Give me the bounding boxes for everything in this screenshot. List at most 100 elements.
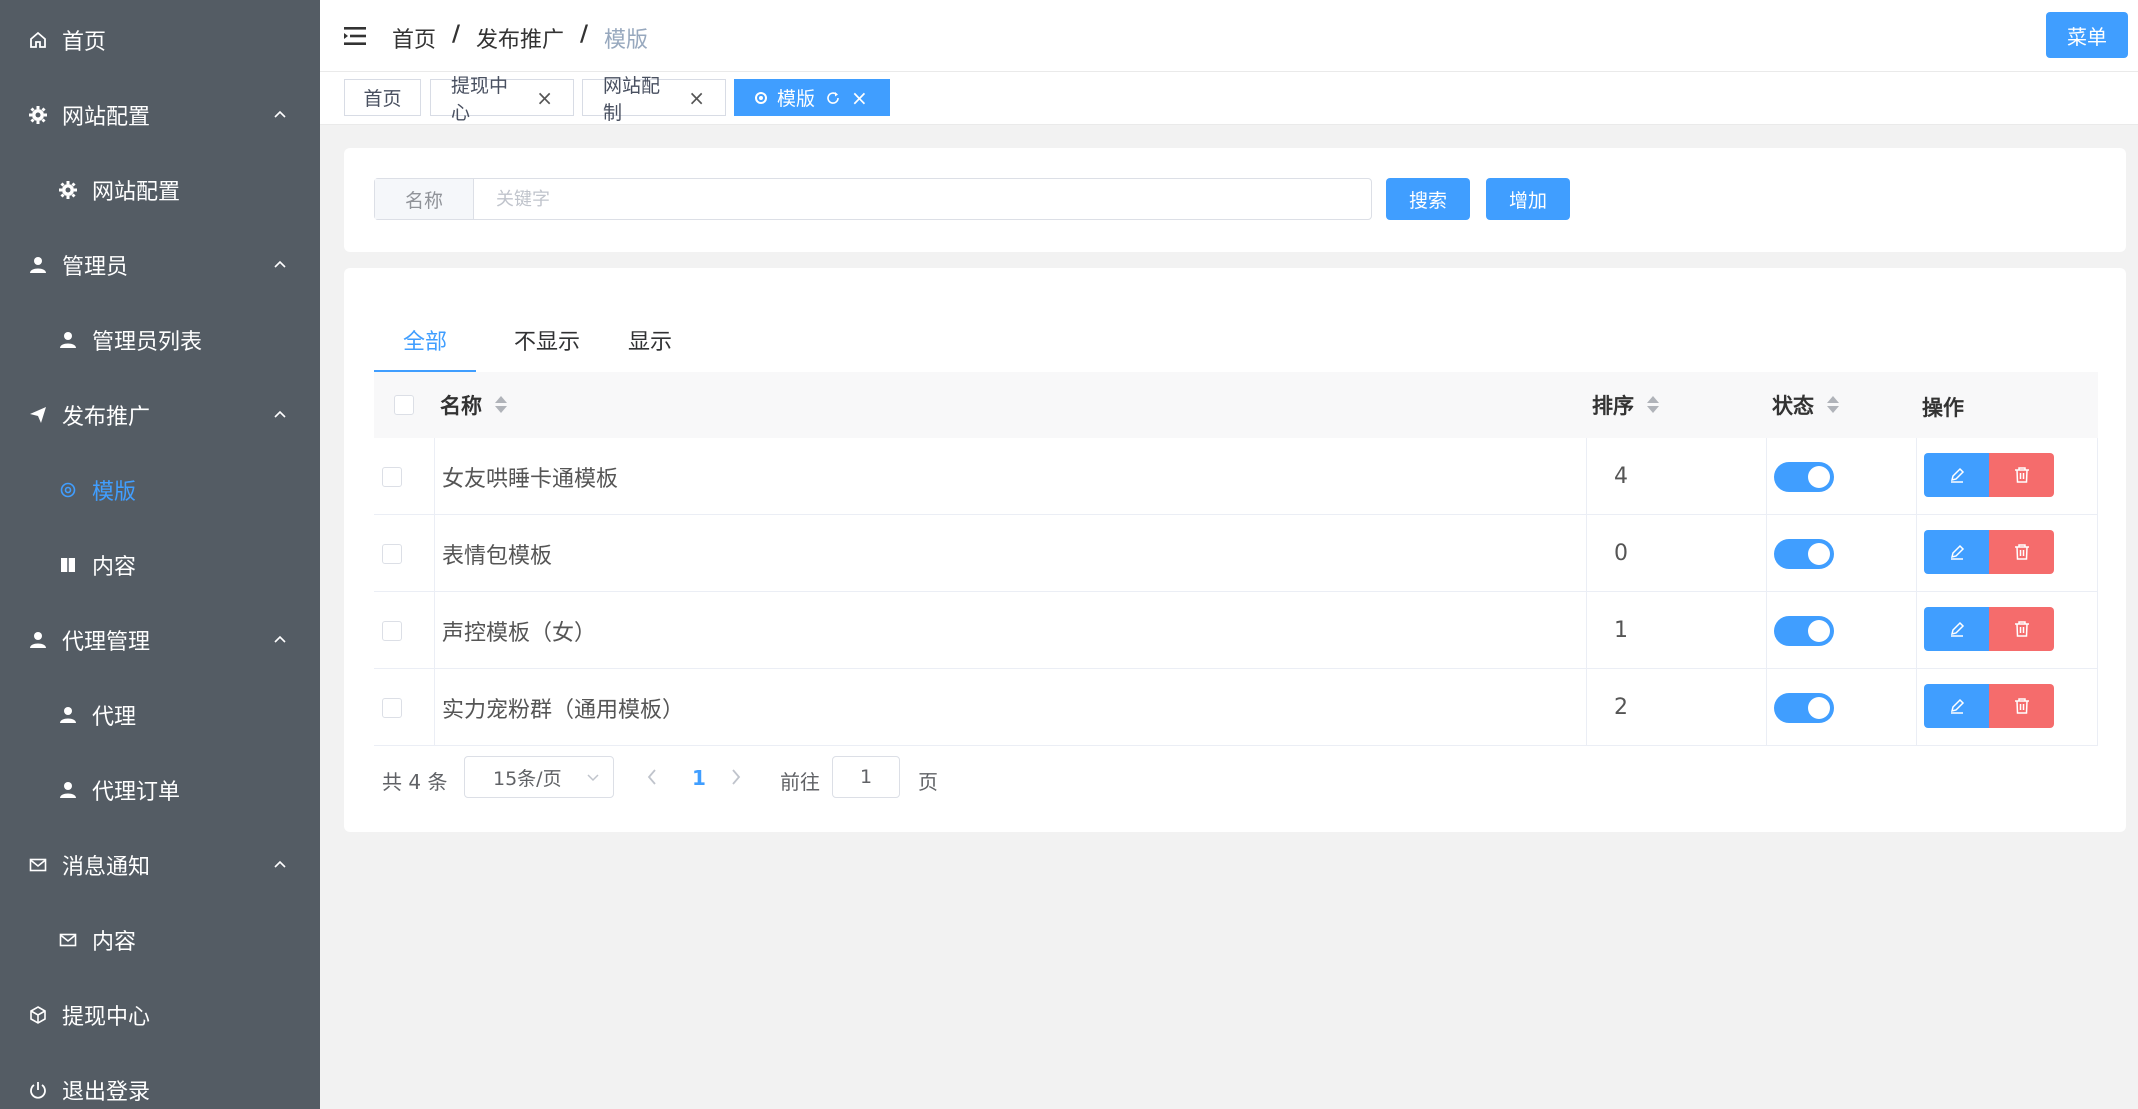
column-header-actions: 操作: [1922, 374, 1964, 440]
column-header-status[interactable]: 状态: [1772, 372, 1840, 438]
delete-button[interactable]: [1989, 453, 2054, 497]
sidebar-item-label: 网站配置: [92, 179, 181, 205]
table-card: 全部 不显示 显示 名称 排序 状态 操作 女友哄睡卡通模板 4 表情包模板 0…: [344, 268, 2126, 832]
status-toggle[interactable]: [1774, 615, 1834, 646]
status-toggle[interactable]: [1774, 538, 1834, 569]
tag-label: 提现中心: [451, 74, 509, 124]
close-icon[interactable]: ×: [536, 86, 553, 110]
cell-divider: [1766, 669, 1767, 746]
next-page-icon[interactable]: [724, 764, 748, 790]
sidebar-item-label: 消息通知: [62, 854, 151, 880]
prev-page-icon[interactable]: [640, 764, 664, 790]
breadcrumb-separator: /: [452, 22, 461, 47]
sidebar-item-label: 网站配置: [62, 104, 151, 130]
cell-divider: [2097, 515, 2098, 592]
delete-button[interactable]: [1989, 530, 2054, 574]
edit-button[interactable]: [1924, 684, 1989, 728]
delete-button[interactable]: [1989, 684, 2054, 728]
add-button[interactable]: 增加: [1486, 178, 1570, 220]
row-sort: 4: [1614, 464, 1628, 489]
cell-divider: [2097, 669, 2098, 746]
cell-divider: [434, 438, 435, 515]
tag-home[interactable]: 首页: [344, 79, 421, 116]
settings-outline-icon: [58, 480, 78, 500]
edit-icon: [1950, 621, 1964, 637]
menu-button[interactable]: 菜单: [2046, 12, 2128, 58]
cell-divider: [1586, 592, 1587, 669]
sidebar-item-site-config[interactable]: 网站配置: [0, 152, 320, 227]
cell-divider: [1586, 669, 1587, 746]
sidebar-item-message-content[interactable]: 内容: [0, 902, 320, 977]
sidebar-group-site-config[interactable]: 网站配置: [0, 77, 320, 152]
row-sort: 2: [1614, 695, 1628, 720]
edit-button[interactable]: [1924, 453, 1989, 497]
breadcrumb-home[interactable]: 首页: [392, 22, 436, 54]
sort-icon[interactable]: [1646, 395, 1660, 415]
edit-button[interactable]: [1924, 607, 1989, 651]
column-header-name[interactable]: 名称: [440, 372, 508, 438]
row-sort: 0: [1614, 541, 1628, 566]
tab-visible[interactable]: 显示: [618, 324, 682, 364]
trash-icon: [2014, 544, 2029, 560]
sidebar-item-admin-list[interactable]: 管理员列表: [0, 302, 320, 377]
close-icon[interactable]: ×: [851, 86, 868, 110]
sort-icon[interactable]: [494, 395, 508, 415]
search-input[interactable]: [474, 179, 1371, 219]
sidebar-group-messages[interactable]: 消息通知: [0, 827, 320, 902]
cell-divider: [434, 592, 435, 669]
sidebar-group-promotion[interactable]: 发布推广: [0, 377, 320, 452]
row-name: 女友哄睡卡通模板: [442, 466, 619, 492]
cell-divider: [434, 669, 435, 746]
refresh-icon[interactable]: [825, 90, 841, 106]
column-header-sort[interactable]: 排序: [1592, 372, 1660, 438]
row-checkbox[interactable]: [382, 697, 402, 718]
goto-page-input[interactable]: [832, 756, 900, 798]
search-button[interactable]: 搜索: [1386, 178, 1470, 220]
cell-divider: [1766, 438, 1767, 515]
page-number-current[interactable]: 1: [692, 766, 706, 790]
tab-hidden[interactable]: 不显示: [504, 324, 590, 364]
breadcrumb-current: 模版: [604, 28, 649, 53]
breadcrumb-separator: /: [580, 22, 589, 47]
sort-icon[interactable]: [1826, 395, 1840, 415]
row-checkbox[interactable]: [382, 620, 402, 641]
row-checkbox[interactable]: [382, 543, 402, 564]
row-name: 表情包模板: [442, 543, 553, 569]
sidebar-item-label: 代理订单: [92, 779, 181, 805]
tag-withdraw[interactable]: 提现中心 ×: [430, 75, 574, 124]
sidebar-item-content[interactable]: 内容: [0, 527, 320, 602]
sidebar-item-home[interactable]: 首页: [0, 2, 320, 77]
sidebar-group-admin[interactable]: 管理员: [0, 227, 320, 302]
gear-icon: [58, 180, 78, 200]
edit-button[interactable]: [1924, 530, 1989, 574]
sidebar-item-withdraw[interactable]: 提现中心: [0, 977, 320, 1052]
row-status-cell: [1774, 592, 1834, 669]
cell-divider: [1916, 669, 1917, 746]
cell-divider: [1586, 515, 1587, 592]
tag-template[interactable]: 模版 ×: [734, 79, 890, 116]
sidebar-item-label: 管理员列表: [92, 329, 203, 355]
status-toggle[interactable]: [1774, 461, 1834, 492]
select-all-cell: [394, 372, 414, 438]
page-unit-label: 页: [918, 770, 938, 794]
mail-icon: [58, 930, 78, 950]
breadcrumb-promotion[interactable]: 发布推广: [476, 22, 564, 54]
tag-site-config[interactable]: 网站配制 ×: [582, 75, 726, 124]
sidebar-item-agent[interactable]: 代理: [0, 677, 320, 752]
close-icon[interactable]: ×: [688, 86, 705, 110]
tab-all[interactable]: 全部: [374, 324, 476, 364]
sidebar-item-label: 提现中心: [62, 1004, 151, 1030]
sidebar-item-logout[interactable]: 退出登录: [0, 1052, 320, 1109]
page-size-select[interactable]: 15条/页: [464, 756, 614, 798]
select-all-checkbox[interactable]: [394, 395, 414, 415]
row-status-cell: [1774, 515, 1834, 592]
menu-toggle-icon[interactable]: [344, 26, 366, 46]
sidebar-item-template[interactable]: 模版: [0, 452, 320, 527]
tags-view: 首页 提现中心 × 网站配制 × 模版 ×: [320, 72, 2138, 125]
top-header: 首页 / 发布推广 / 模版 菜单: [320, 0, 2138, 72]
row-checkbox[interactable]: [382, 466, 402, 487]
sidebar-item-agent-orders[interactable]: 代理订单: [0, 752, 320, 827]
sidebar-group-agent[interactable]: 代理管理: [0, 602, 320, 677]
delete-button[interactable]: [1989, 607, 2054, 651]
status-toggle[interactable]: [1774, 692, 1834, 723]
